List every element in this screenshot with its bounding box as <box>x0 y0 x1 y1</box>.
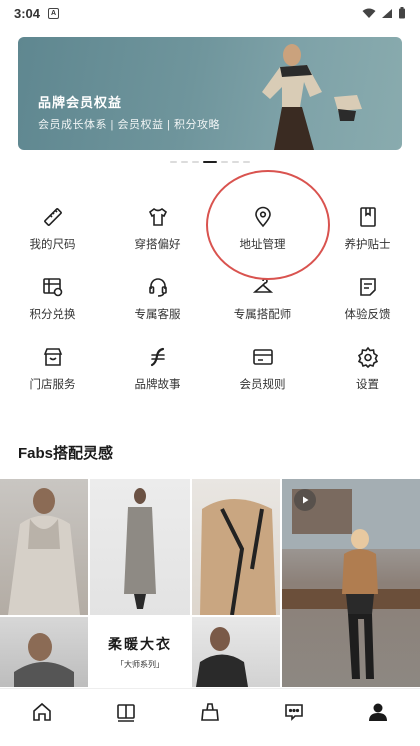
grid-label: 专属搭配师 <box>233 309 292 321</box>
promo-tile[interactable]: 柔暖大衣 「大师系列」 <box>90 617 190 687</box>
brand-story-icon <box>146 345 170 369</box>
carousel-dot-active[interactable] <box>203 161 217 163</box>
bottom-tab-bar <box>0 688 420 734</box>
member-card-icon <box>251 345 275 369</box>
catalog-icon <box>117 703 135 722</box>
profile-icon <box>369 703 387 721</box>
inspiration-photo[interactable] <box>192 479 280 615</box>
ruler-icon <box>41 205 65 229</box>
inspiration-video[interactable] <box>282 479 420 687</box>
banner-subtitle: 会员成长体系 | 会员权益 | 积分攻略 <box>38 119 220 131</box>
grid-item-store-service[interactable]: 门店服务 <box>0 335 105 405</box>
store-icon <box>41 345 65 369</box>
grid-label: 门店服务 <box>29 379 76 391</box>
tab-catalog[interactable] <box>84 689 168 734</box>
grid-label: 设置 <box>356 379 379 391</box>
status-indicators <box>362 7 406 19</box>
message-icon <box>285 703 303 721</box>
wifi-icon <box>362 8 376 18</box>
status-time: 3:04 <box>14 5 41 21</box>
inspiration-photo[interactable] <box>90 479 190 615</box>
grid-label: 积分兑换 <box>29 309 76 321</box>
grid-item-my-size[interactable]: 我的尺码 <box>0 195 105 265</box>
inspiration-photo[interactable] <box>192 617 280 687</box>
grid-label: 体验反馈 <box>344 309 391 321</box>
tshirt-icon <box>146 205 170 229</box>
grid-label: 品牌故事 <box>134 379 181 391</box>
banner-title: 品牌会员权益 <box>38 95 123 110</box>
tab-home[interactable] <box>0 689 84 734</box>
grid-label: 专属客服 <box>134 309 181 321</box>
tab-messages[interactable] <box>252 689 336 734</box>
grid-item-feedback[interactable]: 体验反馈 <box>315 265 420 335</box>
highlight-circle <box>206 170 330 280</box>
carousel-dot[interactable] <box>221 161 228 163</box>
grid-item-customer-service[interactable]: 专属客服 <box>105 265 210 335</box>
section-title: Fabs搭配灵感 <box>18 445 114 462</box>
status-bar: 3:04 A <box>0 0 420 26</box>
play-icon[interactable] <box>294 489 316 511</box>
inspiration-gallery: 柔暖大衣 「大师系列」 <box>0 479 420 687</box>
grid-label: 穿搭偏好 <box>134 239 181 251</box>
grid-label: 我的尺码 <box>29 239 76 251</box>
promo-title: 柔暖大衣 <box>108 636 172 652</box>
headset-icon <box>146 275 170 299</box>
grid-label: 会员规则 <box>239 379 286 391</box>
notification-icon: A <box>48 7 60 19</box>
notebook-icon <box>356 205 380 229</box>
tab-profile[interactable] <box>336 689 420 734</box>
grid-item-style-preference[interactable]: 穿搭偏好 <box>105 195 210 265</box>
carousel-dot[interactable] <box>192 161 199 163</box>
carousel-dot[interactable] <box>232 161 239 163</box>
signal-icon <box>382 8 392 18</box>
battery-icon <box>399 7 405 19</box>
carousel-dot[interactable] <box>243 161 250 163</box>
grid-item-care-tips[interactable]: 养护贴士 <box>315 195 420 265</box>
gear-icon <box>356 345 380 369</box>
points-exchange-icon <box>41 275 65 299</box>
grid-item-brand-story[interactable]: 品牌故事 <box>105 335 210 405</box>
carousel-dot[interactable] <box>181 161 188 163</box>
banner-model-image <box>262 44 362 150</box>
grid-item-settings[interactable]: 设置 <box>315 335 420 405</box>
promo-subtitle: 「大师系列」 <box>116 660 164 669</box>
shopping-bag-icon <box>201 702 219 721</box>
grid-item-member-rules[interactable]: 会员规则 <box>210 335 315 405</box>
tab-shopping-bag[interactable] <box>168 689 252 734</box>
inspiration-photo[interactable] <box>0 479 88 615</box>
grid-label: 养护贴士 <box>344 239 391 251</box>
carousel-dot[interactable] <box>170 161 177 163</box>
feedback-icon <box>356 275 380 299</box>
grid-item-points-exchange[interactable]: 积分兑换 <box>0 265 105 335</box>
inspiration-photo[interactable] <box>0 617 88 687</box>
home-icon <box>33 702 51 721</box>
member-benefits-banner[interactable]: 品牌会员权益 会员成长体系 | 会员权益 | 积分攻略 <box>18 37 402 150</box>
carousel-indicator <box>0 161 420 163</box>
